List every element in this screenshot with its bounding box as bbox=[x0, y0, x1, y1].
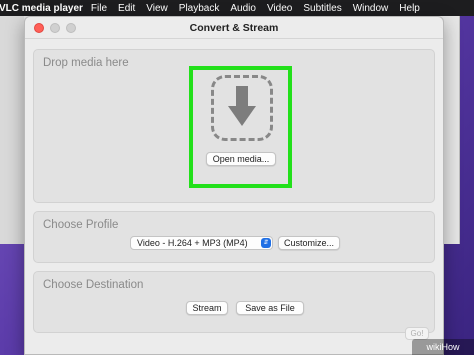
window-controls bbox=[34, 23, 76, 33]
menu-edit[interactable]: Edit bbox=[118, 3, 146, 14]
menu-file[interactable]: File bbox=[91, 3, 118, 14]
menu-bar: VLC media player File Edit View Playback… bbox=[0, 0, 474, 16]
minimize-icon[interactable] bbox=[50, 23, 60, 33]
maximize-icon[interactable] bbox=[66, 23, 76, 33]
choose-profile-title: Choose Profile bbox=[43, 219, 119, 231]
download-arrow-icon bbox=[228, 86, 256, 126]
drop-media-panel[interactable]: Drop media here Open media... bbox=[33, 49, 435, 203]
profile-select-value: Video - H.264 + MP3 (MP4) bbox=[137, 238, 248, 248]
drop-media-title: Drop media here bbox=[43, 57, 129, 69]
dialog-title: Convert & Stream bbox=[189, 21, 279, 34]
dialog-titlebar: Convert & Stream bbox=[25, 17, 443, 39]
open-media-button[interactable]: Open media... bbox=[206, 152, 276, 166]
wikihow-watermark: wikiHow bbox=[412, 339, 474, 355]
menu-playback[interactable]: Playback bbox=[179, 3, 231, 14]
vlc-sidebar bbox=[0, 16, 24, 244]
choose-destination-panel: Choose Destination Stream Save as File bbox=[33, 271, 435, 333]
stream-button[interactable]: Stream bbox=[186, 301, 228, 315]
close-icon[interactable] bbox=[34, 23, 44, 33]
customize-button[interactable]: Customize... bbox=[278, 236, 340, 250]
choose-destination-title: Choose Destination bbox=[43, 279, 144, 291]
drop-zone[interactable] bbox=[211, 75, 273, 141]
menu-video[interactable]: Video bbox=[267, 3, 303, 14]
profile-select[interactable]: Video - H.264 + MP3 (MP4) ⇵ bbox=[130, 236, 273, 250]
chevron-updown-icon: ⇵ bbox=[261, 238, 271, 248]
menu-window[interactable]: Window bbox=[353, 3, 400, 14]
menu-audio[interactable]: Audio bbox=[230, 3, 267, 14]
menu-view[interactable]: View bbox=[146, 3, 179, 14]
save-as-file-button[interactable]: Save as File bbox=[236, 301, 304, 315]
menu-help[interactable]: Help bbox=[399, 3, 431, 14]
choose-profile-panel: Choose Profile Video - H.264 + MP3 (MP4)… bbox=[33, 211, 435, 263]
convert-stream-dialog: Convert & Stream Drop media here Open me… bbox=[24, 16, 444, 355]
menu-app-name[interactable]: VLC media player bbox=[0, 3, 91, 14]
highlight-frame: Open media... bbox=[189, 66, 292, 188]
menu-subtitles[interactable]: Subtitles bbox=[303, 3, 352, 14]
